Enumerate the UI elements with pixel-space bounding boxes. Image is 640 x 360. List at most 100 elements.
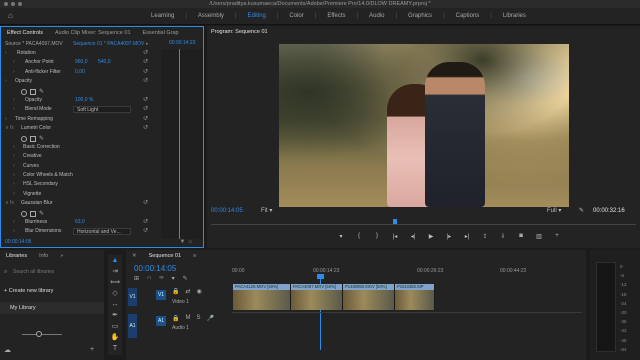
track-select-tool-icon[interactable]: ⇥ — [108, 266, 122, 277]
expand-chevron-icon[interactable]: › — [5, 77, 7, 86]
tab-sequence-01[interactable]: Sequence 01 — [143, 253, 187, 259]
export-frame-icon[interactable]: ◙ — [517, 233, 525, 240]
program-timecode[interactable]: 00:00:14:05 — [211, 206, 243, 216]
workspace-tab-effects[interactable]: Effects — [316, 8, 356, 25]
expand-chevron-icon[interactable]: › — [13, 227, 15, 236]
panel-menu-icon[interactable]: » — [54, 253, 69, 259]
sync-lock-icon[interactable]: ⇄ — [185, 288, 190, 295]
effect-property-value[interactable]: 0,00 — [75, 68, 85, 77]
tab-essential-graphics[interactable]: Essential Grap — [137, 30, 185, 36]
lock-icon[interactable]: 🔒 — [172, 315, 179, 322]
fx-toggle-icon[interactable]: ∨ fx — [5, 199, 14, 208]
fx-toggle-icon[interactable]: ∨ fx — [5, 124, 14, 133]
add-marker-icon[interactable]: ▾ — [172, 275, 175, 282]
solo-icon[interactable]: S — [196, 315, 200, 322]
comparison-view-icon[interactable]: ▥ — [535, 233, 543, 240]
effect-controls-footer-timecode[interactable]: 00:00:14:05 — [5, 239, 31, 245]
type-tool-icon[interactable]: T — [108, 343, 122, 354]
reset-icon[interactable]: ↺ — [143, 227, 148, 236]
expand-chevron-icon[interactable]: › — [13, 180, 15, 189]
selection-tool-icon[interactable]: ▲ — [108, 255, 122, 266]
expand-chevron-icon[interactable]: › — [13, 171, 15, 180]
mute-icon[interactable]: M — [185, 315, 190, 322]
audio-source-patch[interactable]: A1 — [128, 314, 137, 338]
add-marker-icon[interactable]: ▾ — [337, 233, 345, 240]
expand-chevron-icon[interactable]: › — [13, 58, 15, 67]
play-only-audio-icon[interactable]: ▸ — [146, 40, 149, 49]
expand-chevron-icon[interactable]: › — [13, 218, 15, 227]
rectangle-mask-icon[interactable] — [30, 135, 36, 142]
workspace-tab-libraries[interactable]: Libraries — [492, 8, 537, 25]
effect-property-select[interactable]: Horizontal and Ve... — [73, 228, 131, 236]
close-sequence-icon[interactable]: ✕ — [126, 253, 143, 259]
slip-tool-icon[interactable]: ↔ — [108, 299, 122, 310]
reset-icon[interactable]: ↺ — [143, 105, 148, 114]
workspace-tab-graphics[interactable]: Graphics — [397, 8, 443, 25]
expand-chevron-icon[interactable]: › — [13, 190, 15, 199]
reset-icon[interactable]: ↺ — [143, 49, 148, 58]
timeline-ruler[interactable]: 00:00 00:00:14:23 00:00:29:23 00:00:44:22 — [232, 266, 582, 280]
video-source-patch[interactable]: V1 — [128, 288, 137, 306]
zoom-level-select[interactable]: Fit ▾ — [261, 206, 272, 216]
hand-tool-icon[interactable]: ✋ — [108, 332, 122, 343]
play-icon[interactable]: ▶ — [427, 233, 435, 240]
reset-icon[interactable]: ↺ — [143, 115, 148, 124]
nest-icon[interactable]: ⊞ — [134, 275, 139, 282]
expand-chevron-icon[interactable]: › — [5, 49, 7, 58]
tab-effect-controls[interactable]: Effect Controls — [1, 30, 49, 36]
razor-tool-icon[interactable]: ◇ — [108, 288, 122, 299]
video-clip[interactable]: P1510382.MP — [395, 284, 435, 310]
timeline-settings-icon[interactable]: ✎ — [183, 275, 188, 282]
expand-chevron-icon[interactable]: › — [13, 143, 15, 152]
add-button-icon[interactable]: + — [553, 233, 561, 240]
expand-chevron-icon[interactable]: › — [13, 162, 15, 171]
workspace-tab-assembly[interactable]: Assembly — [187, 8, 235, 25]
effect-property-value[interactable]: 100,0 % — [75, 96, 93, 105]
snap-icon[interactable]: ∩ — [147, 275, 151, 282]
workspace-tab-audio[interactable]: Audio — [358, 8, 395, 25]
sequence-menu-icon[interactable]: ≡ — [187, 253, 202, 259]
step-forward-icon[interactable]: |▸ — [445, 233, 453, 240]
mark-in-icon[interactable]: { — [355, 233, 363, 240]
library-zoom-handle[interactable] — [36, 331, 42, 337]
effect-controls-timeline[interactable]: 00:00:14:23 — [161, 40, 203, 239]
tab-info[interactable]: Info — [33, 253, 54, 259]
timeline-timecode[interactable]: 00:00:14:05 — [134, 264, 176, 273]
mark-out-icon[interactable]: } — [373, 233, 381, 240]
pen-mask-icon[interactable]: ✎ — [39, 136, 44, 142]
pen-tool-icon[interactable]: ✒ — [108, 310, 122, 321]
effect-property-value[interactable]: 63,0 — [75, 218, 85, 227]
tab-audio-clip-mixer[interactable]: Audio Clip Mixer: Sequence 01 — [49, 30, 137, 36]
lift-icon[interactable]: ⇪ — [481, 233, 489, 240]
tab-libraries[interactable]: Libraries — [0, 253, 33, 259]
library-item-my-library[interactable]: My Library — [0, 302, 104, 314]
create-library-button[interactable]: + Create new library — [4, 288, 53, 294]
workspace-tab-editing[interactable]: Editing — [237, 8, 277, 25]
effect-controls-playhead[interactable] — [179, 49, 180, 239]
reset-icon[interactable]: ↺ — [143, 58, 148, 67]
filter-icon[interactable]: ▼⌂ — [179, 237, 195, 247]
lock-icon[interactable]: 🔒 — [172, 288, 179, 295]
library-zoom-slider[interactable] — [22, 331, 62, 337]
ellipse-mask-icon[interactable] — [21, 210, 27, 217]
source-clip-selector[interactable]: Source * PACA4097.MOV — [5, 40, 63, 49]
reset-icon[interactable]: ↺ — [143, 124, 148, 133]
cloud-icon[interactable]: ☁ — [4, 346, 11, 354]
reset-icon[interactable]: ↺ — [143, 96, 148, 105]
expand-chevron-icon[interactable]: › — [13, 152, 15, 161]
ellipse-mask-icon[interactable] — [21, 135, 27, 142]
extract-icon[interactable]: ⇩ — [499, 233, 507, 240]
go-to-out-icon[interactable]: ▸| — [463, 233, 471, 240]
ellipse-mask-icon[interactable] — [21, 88, 27, 95]
workspace-tab-captions[interactable]: Captions — [445, 8, 491, 25]
add-content-icon[interactable]: + — [90, 346, 94, 353]
workspace-tab-color[interactable]: Color — [278, 8, 314, 25]
reset-icon[interactable]: ↺ — [143, 77, 148, 86]
wrench-icon[interactable]: ✎ — [579, 206, 584, 216]
linked-selection-icon[interactable]: ∞ — [159, 275, 163, 282]
effect-property-value[interactable]: 540,0 — [98, 58, 111, 67]
microphone-icon[interactable]: 🎤 — [207, 315, 214, 322]
program-time-ruler[interactable] — [211, 219, 636, 225]
video-clip[interactable]: PACA4097.MOV [50%] — [291, 284, 343, 310]
program-monitor-label[interactable]: Program: Sequence 01 — [211, 29, 268, 35]
